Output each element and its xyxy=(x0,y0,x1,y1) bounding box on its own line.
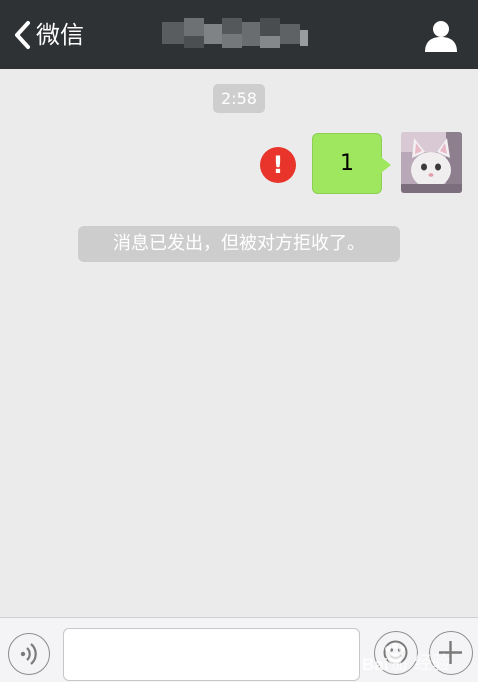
back-label: 微信 xyxy=(36,21,84,49)
timestamp: 2:58 xyxy=(213,84,265,113)
plus-icon xyxy=(439,641,462,664)
profile-button[interactable] xyxy=(422,18,460,54)
chevron-left-icon xyxy=(15,21,30,49)
contact-name-pixelated xyxy=(162,14,320,52)
system-notice: 消息已发出，但被对方拒收了。 xyxy=(78,226,400,262)
pixelated-name-image xyxy=(162,18,308,48)
more-button[interactable] xyxy=(429,631,473,675)
navigation-bar: 微信 xyxy=(0,0,478,69)
bubble-tail xyxy=(381,157,391,173)
person-icon xyxy=(425,21,457,52)
emoji-button[interactable] xyxy=(374,631,418,675)
voice-icon xyxy=(20,643,37,665)
voice-button[interactable] xyxy=(8,633,50,675)
send-failed-icon[interactable]: ! xyxy=(260,147,296,183)
message-input[interactable] xyxy=(63,628,360,681)
message-bubble[interactable]: 1 xyxy=(312,133,382,194)
input-toolbar xyxy=(0,617,478,682)
chat-area[interactable]: 2:58 ! 1 消息已发出，但被对方拒收了。 xyxy=(0,69,478,617)
back-button[interactable]: 微信 xyxy=(12,18,84,52)
emoji-icon xyxy=(383,640,408,665)
cat-avatar-image xyxy=(401,132,462,193)
avatar[interactable] xyxy=(401,132,462,193)
